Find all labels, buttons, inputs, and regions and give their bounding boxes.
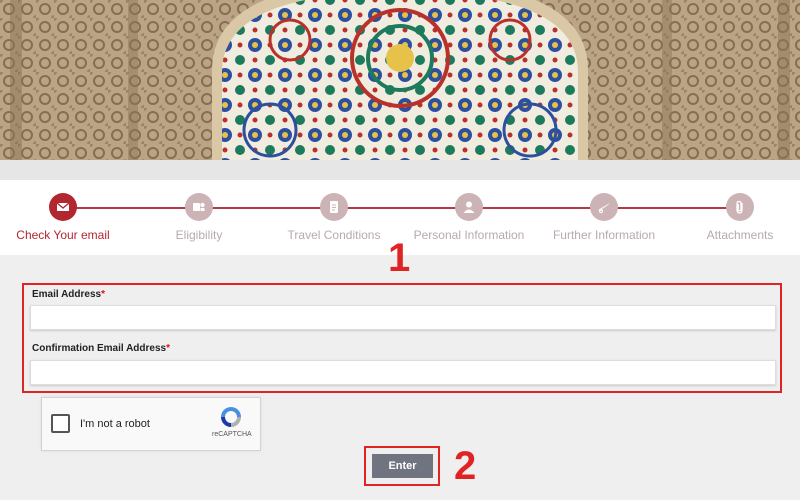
- confirm-email-label: Confirmation Email Address*: [32, 343, 171, 354]
- email-label: Email Address*: [32, 289, 106, 300]
- step-personal-information[interactable]: Personal Information: [394, 193, 544, 242]
- annotation-number-2: 2: [454, 444, 477, 488]
- email-input[interactable]: [30, 305, 776, 330]
- confirm-email-input[interactable]: [30, 360, 776, 385]
- banner-separator: [0, 160, 800, 180]
- decorative-banner: [0, 0, 800, 160]
- step-label: Travel Conditions: [287, 228, 381, 242]
- step-label: Attachments: [706, 228, 774, 242]
- step-eligibility[interactable]: Eligibility: [124, 193, 274, 242]
- recaptcha-label: I'm not a robot: [80, 418, 150, 430]
- plane-icon: [590, 193, 618, 221]
- enter-button[interactable]: Enter: [372, 454, 433, 478]
- step-further-information[interactable]: Further Information: [529, 193, 679, 242]
- step-label: Further Information: [552, 228, 656, 242]
- step-check-email[interactable]: Check Your email: [0, 193, 138, 242]
- recaptcha-brand: reCAPTCHA: [212, 431, 252, 438]
- step-label: Check Your email: [16, 228, 110, 242]
- step-label: Eligibility: [175, 228, 223, 242]
- paperclip-icon: [726, 193, 754, 221]
- step-label: Personal Information: [413, 228, 525, 242]
- document-icon: [320, 193, 348, 221]
- recaptcha-checkbox[interactable]: [51, 414, 70, 433]
- email-form-highlight: Email Address* Confirmation Email Addres…: [22, 283, 782, 393]
- eligibility-icon: [185, 193, 213, 221]
- enter-button-highlight: Enter: [364, 446, 440, 486]
- envelope-icon: [49, 193, 77, 221]
- recaptcha-logo-icon: [218, 404, 244, 430]
- annotation-number-1: 1: [388, 236, 411, 280]
- step-attachments[interactable]: Attachments: [665, 193, 800, 242]
- recaptcha-widget: I'm not a robot reCAPTCHA: [41, 397, 261, 451]
- step-travel-conditions[interactable]: Travel Conditions: [259, 193, 409, 242]
- person-icon: [455, 193, 483, 221]
